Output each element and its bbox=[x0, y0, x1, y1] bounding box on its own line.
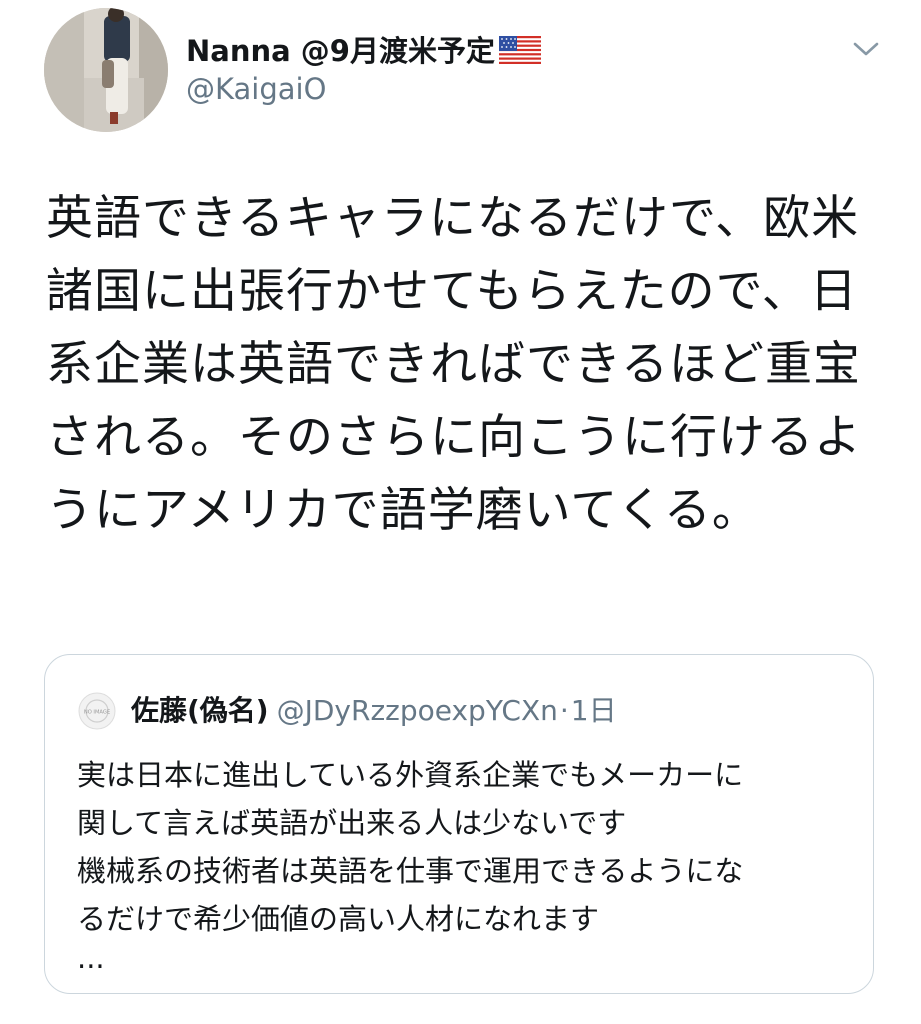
quoted-author-avatar[interactable]: NO IMAGE bbox=[77, 691, 117, 731]
us-flag-icon bbox=[498, 36, 541, 71]
tweet: Nanna @9月渡米予定 @KaigaiO 英語できるキャラになるだけで、欧米… bbox=[0, 0, 921, 1024]
no-image-label: NO IMAGE bbox=[84, 710, 110, 716]
quoted-author-name[interactable]: 佐藤(偽名) bbox=[131, 694, 269, 727]
quoted-ellipsis: ... bbox=[77, 941, 105, 975]
quoted-tweet[interactable]: NO IMAGE 佐藤(偽名) @JDyRzzpoexpYCXn·1日 実は日本に… bbox=[44, 654, 874, 994]
quoted-timestamp[interactable]: 1日 bbox=[571, 694, 617, 727]
quoted-author-handle[interactable]: @JDyRzzpoexpYCXn bbox=[277, 694, 558, 727]
quoted-text-line: 実は日本に進出している外資系企業でもメーカーに bbox=[77, 758, 744, 792]
chevron-down-icon[interactable] bbox=[852, 38, 880, 60]
quoted-text-line: 関して言えば英語が出来る人は少ないです bbox=[77, 806, 627, 840]
separator-dot: · bbox=[559, 694, 569, 727]
quoted-text-line: 機械系の技術者は英語を仕事で運用できるようにな bbox=[77, 854, 744, 888]
author-avatar[interactable] bbox=[44, 8, 168, 132]
quoted-text: 実は日本に進出している外資系企業でもメーカーに 関して言えば英語が出来る人は少な… bbox=[77, 751, 857, 943]
tweet-text: 英語できるキャラになるだけで、欧米諸国に出張行かせてもらえたので、日系企業は英語… bbox=[46, 191, 862, 538]
author-handle[interactable]: @KaigaiO bbox=[186, 72, 326, 106]
author-display-name[interactable]: Nanna @9月渡米予定 bbox=[186, 28, 541, 71]
quoted-text-line: るだけで希少価値の高い人材になれます bbox=[77, 902, 600, 936]
quoted-header: 佐藤(偽名) @JDyRzzpoexpYCXn·1日 bbox=[131, 689, 617, 729]
